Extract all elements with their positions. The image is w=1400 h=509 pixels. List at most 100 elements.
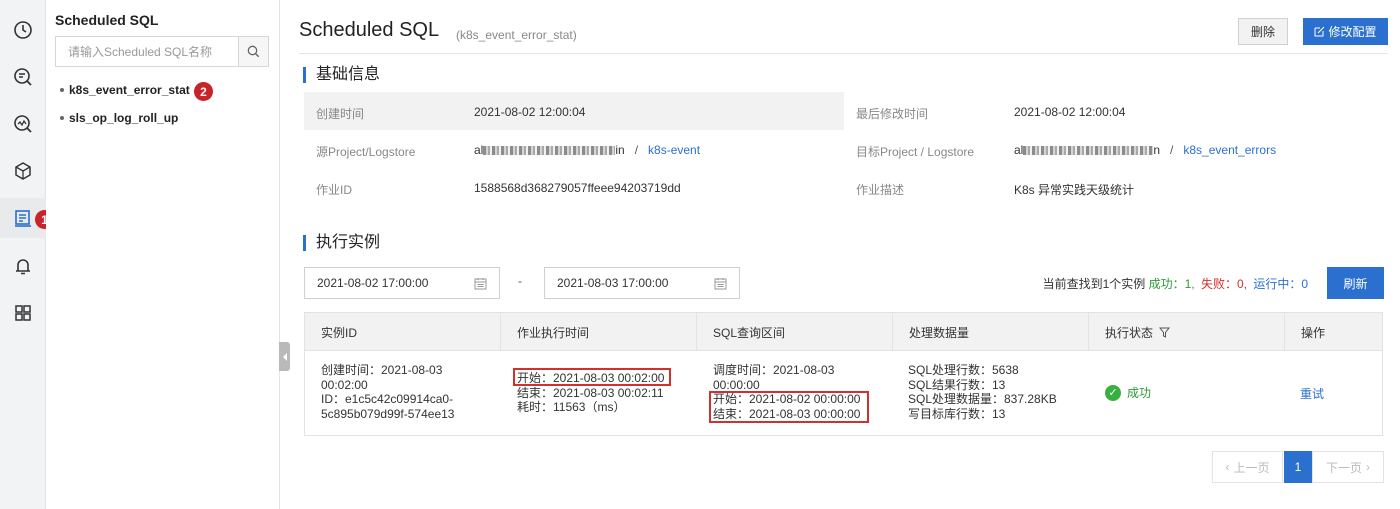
query-search-icon[interactable] <box>0 57 46 97</box>
status-header-label: 执行状态 <box>1105 325 1154 340</box>
alert-bell-icon[interactable] <box>0 246 46 286</box>
chevron-right-icon: › <box>1366 460 1370 474</box>
column-header-data-volume: 处理数据量 <box>893 313 1089 351</box>
start-date-value: 2021-08-02 17:00:00 <box>317 276 429 290</box>
retry-link[interactable]: 重试 <box>1300 387 1324 402</box>
history-icon[interactable] <box>0 10 46 50</box>
job-desc-value: K8s 异常实践天级统计 <box>1014 183 1135 197</box>
monitor-search-icon[interactable] <box>0 104 46 144</box>
highlight-box-exec-start <box>513 368 671 386</box>
filter-icon[interactable] <box>1159 327 1171 338</box>
search-input[interactable] <box>56 37 238 66</box>
job-desc-label: 作业描述 <box>856 183 905 197</box>
created-time-label: 创建时间 <box>316 107 365 121</box>
source-logstore-link[interactable]: k8s-event <box>648 143 700 157</box>
info-row-times: 创建时间 2021-08-02 12:00:04 最后修改时间 2021-08-… <box>304 92 1384 130</box>
chevron-left-icon: ‹ <box>1225 460 1230 474</box>
edit-config-button[interactable]: 修改配置 <box>1303 18 1388 45</box>
grid-apps-icon[interactable] <box>0 293 46 333</box>
column-header-instance-id: 实例ID <box>305 313 501 351</box>
delete-button[interactable]: 删除 <box>1238 18 1288 45</box>
sidebar-collapse-handle[interactable] <box>279 342 290 371</box>
cell-line: 创建时间：2021-08-03 <box>321 363 443 377</box>
instance-summary: 当前查找到1个实例 成功：1, 失败：0, 运行中：0 <box>1043 275 1308 292</box>
cell-line: 00:00:00 <box>713 377 760 392</box>
data-volume-cell: SQL处理行数：5638 SQL结果行数：13 SQL处理数据量：837.28K… <box>908 363 1057 421</box>
column-header-sql-range: SQL查询区间 <box>697 313 893 351</box>
edit-config-label: 修改配置 <box>1328 25 1377 39</box>
target-logstore-link[interactable]: k8s_event_errors <box>1183 143 1276 157</box>
basic-info-heading: 基础信息 <box>303 67 380 83</box>
source-project-prefix: al <box>474 143 484 157</box>
start-date-picker[interactable]: 2021-08-02 17:00:00 <box>304 267 500 299</box>
calendar-icon <box>714 277 727 289</box>
path-separator: / <box>1170 143 1174 157</box>
status-text: 成功 <box>1127 385 1152 400</box>
table-header: 实例ID 作业执行时间 SQL查询区间 处理数据量 执行状态 操作 <box>305 313 1382 351</box>
source-project-suffix: in <box>615 143 625 157</box>
prev-page-button[interactable]: ‹ 上一页 <box>1212 451 1283 483</box>
cell-line: ID：e1c5c42c09914ca0- <box>321 392 454 406</box>
calendar-icon <box>474 277 487 289</box>
instances-table: 实例ID 作业执行时间 SQL查询区间 处理数据量 执行状态 操作 创建时间：2… <box>304 312 1383 436</box>
sidebar-item-sls-op-log-roll-up[interactable]: sls_op_log_roll_up <box>60 111 178 125</box>
redacted-project-name <box>483 146 616 156</box>
summary-failed: 失败：0, <box>1200 277 1247 291</box>
cell-line: 耗时：11563（ms） <box>517 400 626 414</box>
created-time-value: 2021-08-02 12:00:04 <box>474 105 586 119</box>
edit-icon <box>1314 26 1325 37</box>
modified-time-value: 2021-08-02 12:00:04 <box>1014 105 1126 119</box>
icon-rail <box>0 0 46 509</box>
column-header-status[interactable]: 执行状态 <box>1089 313 1285 351</box>
cell-line: SQL处理行数：5638 <box>908 363 1019 377</box>
source-logstore-value: al in / k8s-event <box>474 143 700 157</box>
search-icon <box>247 45 260 58</box>
success-check-icon: ✓ <box>1105 385 1121 401</box>
redacted-project-name <box>1023 146 1154 156</box>
summary-success: 成功：1, <box>1148 277 1195 291</box>
instance-id-cell: 创建时间：2021-08-03 00:02:00 ID：e1c5c42c0991… <box>321 363 454 421</box>
next-page-label: 下一页 <box>1325 460 1362 475</box>
modified-time-label: 最后修改时间 <box>856 107 929 121</box>
scheduled-sql-sidebar: Scheduled SQL k8s_event_error_stat sls_o… <box>46 0 280 509</box>
cell-line: 00:02:00 <box>321 377 368 392</box>
page-subtitle: (k8s_event_error_stat) <box>456 28 577 42</box>
highlight-box-sql-range <box>709 391 869 423</box>
page-number-current[interactable]: 1 <box>1284 451 1312 483</box>
target-project-suffix: n <box>1153 143 1161 157</box>
marker-badge-two: 2 <box>194 82 213 101</box>
summary-prefix: 当前查找到1个实例 <box>1042 277 1146 291</box>
sidebar-search <box>55 36 269 67</box>
job-id-label: 作业ID <box>316 183 353 197</box>
source-logstore-label: 源Project/Logstore <box>316 145 416 159</box>
bullet-dot <box>60 88 64 92</box>
date-range-separator: - <box>518 274 522 288</box>
job-id-value: 1588568d368279057ffeee94203719dd <box>474 181 681 195</box>
column-header-action: 操作 <box>1301 325 1326 340</box>
end-date-value: 2021-08-03 17:00:00 <box>557 276 669 290</box>
target-logstore-label: 目标Project / Logstore <box>856 145 975 159</box>
sidebar-item-label: sls_op_log_roll_up <box>69 111 179 125</box>
status-cell: ✓ 成功 <box>1105 385 1151 401</box>
cell-line: 写目标库行数：13 <box>908 406 1006 421</box>
prev-page-label: 上一页 <box>1233 460 1270 475</box>
header-divider <box>299 53 1388 54</box>
info-row-job: 作业ID 1588568d368279057ffeee94203719dd 作业… <box>304 168 1384 206</box>
cell-line: SQL结果行数：13 <box>908 377 1006 392</box>
target-logstore-value: al n / k8s_event_errors <box>1014 143 1276 157</box>
search-button[interactable] <box>238 37 268 66</box>
cell-line: 调度时间：2021-08-03 <box>713 363 835 377</box>
sidebar-item-k8s-event-error-stat[interactable]: k8s_event_error_stat <box>60 83 190 97</box>
refresh-button[interactable]: 刷新 <box>1327 267 1384 299</box>
instances-heading: 执行实例 <box>303 235 380 251</box>
cell-line: SQL处理数据量：837.28KB <box>908 392 1057 406</box>
info-row-logstores: 源Project/Logstore al in / k8s-event 目标Proje… <box>304 130 1384 168</box>
next-page-button[interactable]: 下一页 › <box>1312 451 1384 483</box>
collapse-arrow-icon <box>282 352 287 361</box>
sidebar-title: Scheduled SQL <box>55 12 159 28</box>
sidebar-item-label: k8s_event_error_stat <box>69 83 190 97</box>
end-date-picker[interactable]: 2021-08-03 17:00:00 <box>544 267 740 299</box>
page-title: Scheduled SQL <box>299 19 440 41</box>
package-icon[interactable] <box>0 151 46 191</box>
target-project-prefix: al <box>1014 143 1024 157</box>
